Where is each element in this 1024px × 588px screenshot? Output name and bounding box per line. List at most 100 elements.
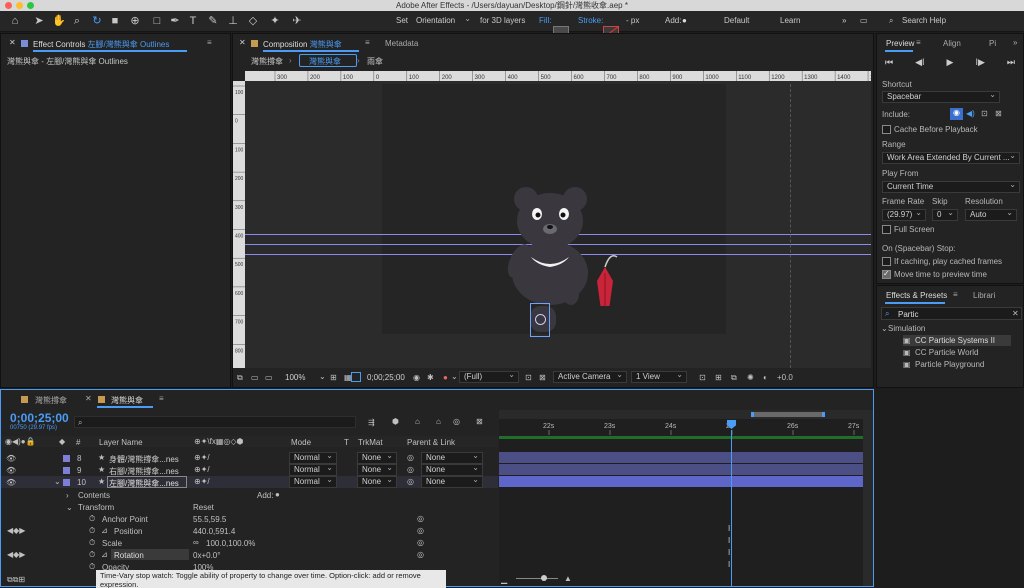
clear-search-icon[interactable]: ✕ bbox=[1012, 309, 1019, 318]
motion-blur-icon[interactable]: ◎ bbox=[453, 417, 460, 426]
exposure-value[interactable]: +0.0 bbox=[777, 373, 793, 382]
layer-switches-icon[interactable]: ⊕✦/ bbox=[194, 453, 210, 462]
contents-label[interactable]: Contents bbox=[78, 491, 110, 500]
roto-brush-tool-icon[interactable]: ✦ bbox=[268, 14, 282, 28]
stroke-label[interactable]: Stroke: bbox=[578, 16, 603, 25]
workspace-overflow-icon[interactable]: » bbox=[842, 16, 846, 25]
home-icon[interactable]: ⌂ bbox=[8, 14, 22, 28]
panel-menu-icon[interactable]: ≡ bbox=[159, 394, 164, 403]
composition-viewer[interactable] bbox=[245, 81, 871, 368]
category-chevron-icon[interactable]: ⌄ bbox=[881, 324, 888, 333]
zoom-slider-handle[interactable] bbox=[541, 575, 547, 581]
layer-name[interactable]: 左腳/灣熊與傘...nes bbox=[109, 478, 179, 489]
zoom-in-icon[interactable]: ▲ bbox=[564, 574, 572, 583]
target-region-icon[interactable] bbox=[351, 372, 361, 382]
close-tab-icon[interactable]: ✕ bbox=[9, 38, 16, 47]
workspace-panel-icon[interactable]: ▭ bbox=[860, 16, 868, 25]
snapshot-camera-icon[interactable]: ◉ bbox=[413, 373, 420, 382]
previous-frame-icon[interactable]: ◀I bbox=[915, 57, 924, 69]
current-timecode[interactable]: 0;00;25;00 bbox=[10, 411, 69, 425]
resolution-dropdown[interactable]: Auto bbox=[965, 209, 1017, 221]
last-frame-icon[interactable]: ⏭ bbox=[1007, 57, 1015, 69]
shy-layers-icon[interactable]: ⌂ bbox=[415, 417, 420, 426]
views-dropdown[interactable]: 1 View bbox=[631, 371, 687, 383]
layer-switches-icon[interactable]: ⊕✦/ bbox=[194, 465, 210, 474]
layer-search-input[interactable]: ⌕ bbox=[74, 416, 356, 428]
layer-label-swatch[interactable] bbox=[63, 467, 70, 474]
panel-menu-icon[interactable]: ≡ bbox=[916, 38, 921, 47]
layer-label-swatch[interactable] bbox=[63, 479, 70, 486]
layer-bar-selected[interactable] bbox=[499, 476, 863, 487]
time-navigator-handle[interactable] bbox=[751, 412, 825, 417]
skip-dropdown[interactable]: 0 bbox=[932, 209, 958, 221]
effect-item[interactable]: CC Particle Systems II bbox=[915, 336, 995, 345]
pick-whip-icon[interactable]: ◎ bbox=[417, 514, 424, 523]
pick-whip-icon[interactable]: ◎ bbox=[407, 453, 414, 462]
umbrella-icon[interactable] bbox=[597, 255, 618, 306]
safe-zones-icon[interactable]: ⊞ bbox=[330, 373, 337, 382]
play-icon[interactable]: ▶ bbox=[947, 57, 954, 69]
fast-previews-icon[interactable]: ⊡ bbox=[525, 373, 532, 382]
include-layer-controls-icon[interactable]: ⊠ bbox=[995, 109, 1002, 118]
panel-menu-icon[interactable]: ≡ bbox=[365, 38, 370, 47]
pick-whip-icon[interactable]: ◎ bbox=[417, 526, 424, 535]
grid-guides-icon[interactable]: ⊠ bbox=[539, 373, 546, 382]
chevron-down-icon[interactable]: ⌄ bbox=[319, 372, 326, 381]
play-from-dropdown[interactable]: Current Time bbox=[882, 181, 1020, 193]
current-time-indicator[interactable] bbox=[731, 430, 732, 586]
position-value[interactable]: 440.0,591.4 bbox=[193, 527, 235, 536]
minimize-window-button[interactable] bbox=[16, 2, 23, 9]
keyframe-marker-icon[interactable]: I bbox=[728, 524, 730, 533]
stopwatch-icon[interactable]: ⏱ bbox=[89, 538, 95, 548]
timeline-tab[interactable]: 灣熊撐傘 bbox=[35, 395, 67, 406]
trkmat-dropdown[interactable]: None bbox=[357, 452, 397, 464]
constrain-proportions-icon[interactable]: ∞ bbox=[193, 538, 199, 547]
zoom-dropdown[interactable]: 100% bbox=[285, 373, 305, 382]
effects-search-input[interactable]: Partic bbox=[898, 310, 918, 319]
layer-bar[interactable] bbox=[499, 464, 863, 475]
resolution-dropdown[interactable]: (Full) bbox=[459, 371, 519, 383]
flowchart-icon[interactable]: ⧉ bbox=[731, 373, 737, 383]
paragraph-tab[interactable]: Pi bbox=[989, 39, 996, 48]
work-area-bar[interactable] bbox=[499, 436, 863, 439]
time-navigator[interactable] bbox=[499, 410, 863, 419]
stopwatch-icon[interactable]: ⏱ bbox=[89, 514, 95, 524]
move-time-checkbox[interactable] bbox=[882, 269, 891, 279]
rotation-value[interactable]: 0x+0.0° bbox=[193, 551, 220, 560]
channel-color-icon[interactable]: ● bbox=[443, 373, 448, 382]
trkmat-dropdown[interactable]: None bbox=[357, 476, 397, 488]
orientation-dropdown[interactable]: Orientation bbox=[411, 15, 475, 27]
pick-whip-icon[interactable]: ◎ bbox=[407, 477, 414, 486]
exposure-icon[interactable]: ◐ bbox=[763, 373, 768, 382]
graph-editor-icon[interactable]: ⊠ bbox=[476, 417, 483, 426]
zoom-tool-icon[interactable]: ⌕ bbox=[70, 14, 84, 28]
frame-blending-icon[interactable]: ⌂ bbox=[436, 417, 441, 426]
mask-icon[interactable]: ▭ bbox=[251, 373, 259, 382]
eye-icon[interactable]: 👁 bbox=[6, 478, 16, 487]
add-button-icon[interactable]: ● bbox=[275, 490, 280, 499]
eye-icon[interactable]: 👁 bbox=[6, 466, 16, 475]
preview-tab[interactable]: Preview bbox=[886, 39, 914, 48]
if-caching-checkbox[interactable] bbox=[882, 257, 891, 266]
transform-label[interactable]: Transform bbox=[78, 503, 114, 512]
breadcrumb-item-active[interactable]: 灣熊與傘 bbox=[309, 56, 341, 67]
pick-whip-icon[interactable]: ◎ bbox=[417, 550, 424, 559]
brush-tool-icon[interactable]: ✎ bbox=[206, 14, 220, 28]
libraries-tab[interactable]: Librari bbox=[973, 291, 995, 300]
keyframe-marker-icon[interactable]: I bbox=[728, 536, 730, 545]
full-screen-checkbox[interactable] bbox=[882, 225, 891, 234]
timeline-graph-area[interactable]: 22s23s24s2s26s27s I I I I bbox=[499, 410, 863, 586]
effects-presets-tab[interactable]: Effects & Presets bbox=[886, 291, 947, 300]
eye-icon[interactable]: 👁 bbox=[6, 454, 16, 463]
effect-item[interactable]: CC Particle World bbox=[915, 348, 978, 357]
mode-dropdown[interactable]: Normal bbox=[289, 452, 337, 464]
workspace-default[interactable]: Default bbox=[724, 16, 749, 25]
chevron-down-icon[interactable]: ⌄ bbox=[66, 503, 73, 512]
clone-stamp-tool-icon[interactable]: ⊥ bbox=[226, 14, 240, 28]
pick-whip-icon[interactable]: ◎ bbox=[407, 465, 414, 474]
align-tab[interactable]: Align bbox=[943, 39, 961, 48]
close-tab-icon[interactable]: ✕ bbox=[239, 38, 246, 47]
fill-label[interactable]: Fill: bbox=[539, 16, 551, 25]
effects-search-box[interactable]: ⌕ Partic ✕ bbox=[881, 307, 1022, 320]
window-controls[interactable] bbox=[5, 2, 34, 9]
